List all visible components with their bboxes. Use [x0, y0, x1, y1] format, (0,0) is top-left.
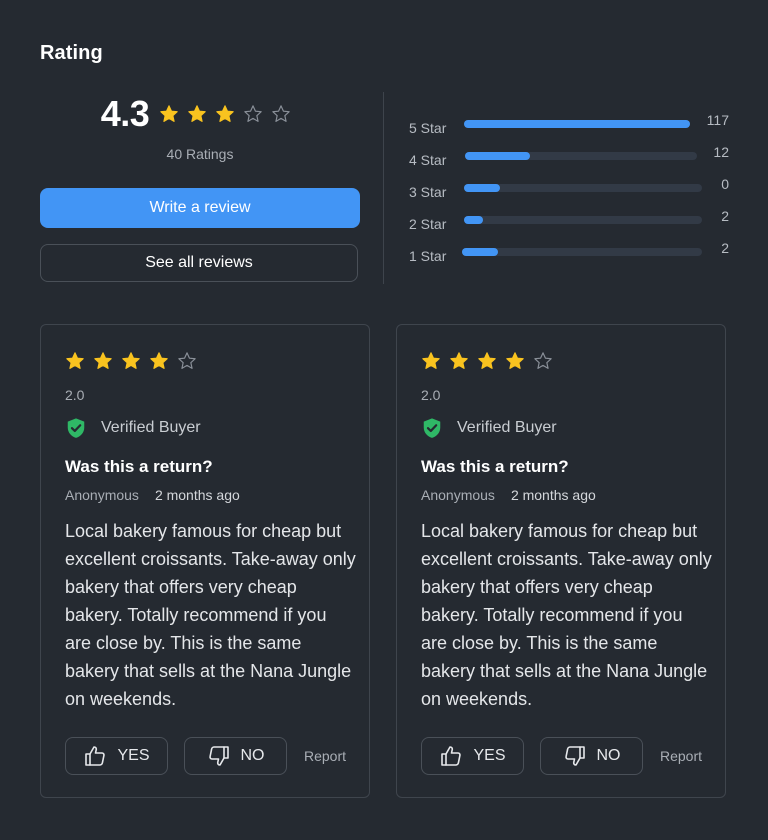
- rating-distribution: 5 Star 117 4 Star 12 3 Star 0 2 Star 2 1…: [409, 112, 729, 272]
- review-body: Local bakery famous for cheap but excell…: [421, 521, 712, 709]
- review-score: 2.0: [421, 387, 441, 403]
- helpful-yes-button[interactable]: YES: [421, 737, 524, 775]
- average-row: 4.3: [40, 92, 360, 136]
- distribution-label: 1 Star: [409, 248, 447, 264]
- star-filled-icon: [149, 351, 169, 371]
- distribution-count: 0: [721, 176, 729, 192]
- thumbs-up-icon: [83, 744, 117, 768]
- ratings-count: 40 Ratings: [166, 146, 234, 162]
- star-empty-icon: [177, 351, 197, 371]
- star-filled-icon: [121, 351, 141, 371]
- star-filled-icon: [215, 104, 235, 124]
- distribution-count: 2: [721, 240, 729, 256]
- section-title: Rating: [40, 42, 103, 64]
- verified-label: Verified Buyer: [101, 419, 201, 436]
- report-link[interactable]: Report: [304, 748, 346, 764]
- thumbs-down-icon: [207, 744, 241, 768]
- shield-check-icon: [421, 417, 443, 439]
- distribution-bar-fill: [464, 216, 484, 224]
- star-filled-icon: [93, 351, 113, 371]
- star-filled-icon: [505, 351, 525, 371]
- distribution-row: 1 Star 2: [409, 240, 729, 272]
- star-filled-icon: [477, 351, 497, 371]
- verified-label: Verified Buyer: [457, 419, 557, 436]
- thumbs-down-icon: [563, 744, 597, 768]
- review-title: Was this a return?: [65, 457, 213, 476]
- helpful-yes-label: YES: [473, 747, 506, 764]
- report-link[interactable]: Report: [660, 748, 702, 764]
- review-score: 2.0: [65, 387, 85, 403]
- review-meta: Anonymous 2 months ago: [65, 487, 240, 503]
- verified-badge: Verified Buyer: [421, 417, 557, 439]
- star-empty-icon: [271, 104, 291, 124]
- review-author: Anonymous: [421, 487, 495, 503]
- distribution-count: 117: [706, 112, 729, 128]
- review-title: Was this a return?: [421, 457, 569, 476]
- helpful-no-label: NO: [596, 747, 621, 764]
- distribution-bar: [462, 248, 702, 256]
- distribution-bar: [465, 152, 697, 160]
- distribution-label: 5 Star: [409, 120, 447, 136]
- rating-summary: 4.3 40 Ratings Write a review See all re…: [40, 92, 360, 282]
- shield-check-icon: [65, 417, 87, 439]
- distribution-bar-fill: [464, 120, 690, 128]
- helpful-no-button[interactable]: NO: [540, 737, 643, 775]
- star-filled-icon: [421, 351, 441, 371]
- vertical-divider: [383, 92, 384, 284]
- helpful-no-label: NO: [240, 747, 265, 764]
- review-date: 2 months ago: [154, 487, 240, 503]
- distribution-bar: [464, 216, 702, 224]
- see-all-reviews-button[interactable]: See all reviews: [40, 244, 358, 282]
- distribution-label: 2 Star: [409, 216, 447, 232]
- star-empty-icon: [533, 351, 553, 371]
- verified-badge: Verified Buyer: [65, 417, 201, 439]
- distribution-bar-fill: [462, 248, 498, 256]
- review-body: Local bakery famous for cheap but excell…: [65, 521, 356, 709]
- review-stars: [421, 351, 561, 371]
- helpful-yes-button[interactable]: YES: [65, 737, 168, 775]
- distribution-label: 4 Star: [409, 152, 447, 168]
- summary-stars: [159, 104, 299, 124]
- star-filled-icon: [449, 351, 469, 371]
- helpful-no-button[interactable]: NO: [184, 737, 287, 775]
- review-stars: [65, 351, 205, 371]
- distribution-row: 3 Star 0: [409, 176, 729, 208]
- thumbs-up-icon: [439, 744, 473, 768]
- star-filled-icon: [65, 351, 85, 371]
- review-card: 2.0 Verified Buyer Was this a return? An…: [40, 324, 370, 798]
- distribution-bar: [464, 184, 702, 192]
- distribution-row: 4 Star 12: [409, 144, 729, 176]
- distribution-bar-fill: [464, 184, 500, 192]
- write-review-button[interactable]: Write a review: [40, 188, 360, 228]
- review-date: 2 months ago: [510, 487, 596, 503]
- star-filled-icon: [187, 104, 207, 124]
- distribution-count: 2: [721, 208, 729, 224]
- review-card: 2.0 Verified Buyer Was this a return? An…: [396, 324, 726, 798]
- helpful-yes-label: YES: [117, 747, 150, 764]
- distribution-bar-fill: [465, 152, 530, 160]
- star-empty-icon: [243, 104, 263, 124]
- review-author: Anonymous: [65, 487, 139, 503]
- distribution-label: 3 Star: [409, 184, 447, 200]
- average-rating: 4.3: [100, 93, 150, 134]
- distribution-row: 2 Star 2: [409, 208, 729, 240]
- review-meta: Anonymous 2 months ago: [421, 487, 596, 503]
- star-filled-icon: [159, 104, 179, 124]
- distribution-bar: [464, 120, 690, 128]
- distribution-row: 5 Star 117: [409, 112, 729, 144]
- distribution-count: 12: [713, 144, 729, 160]
